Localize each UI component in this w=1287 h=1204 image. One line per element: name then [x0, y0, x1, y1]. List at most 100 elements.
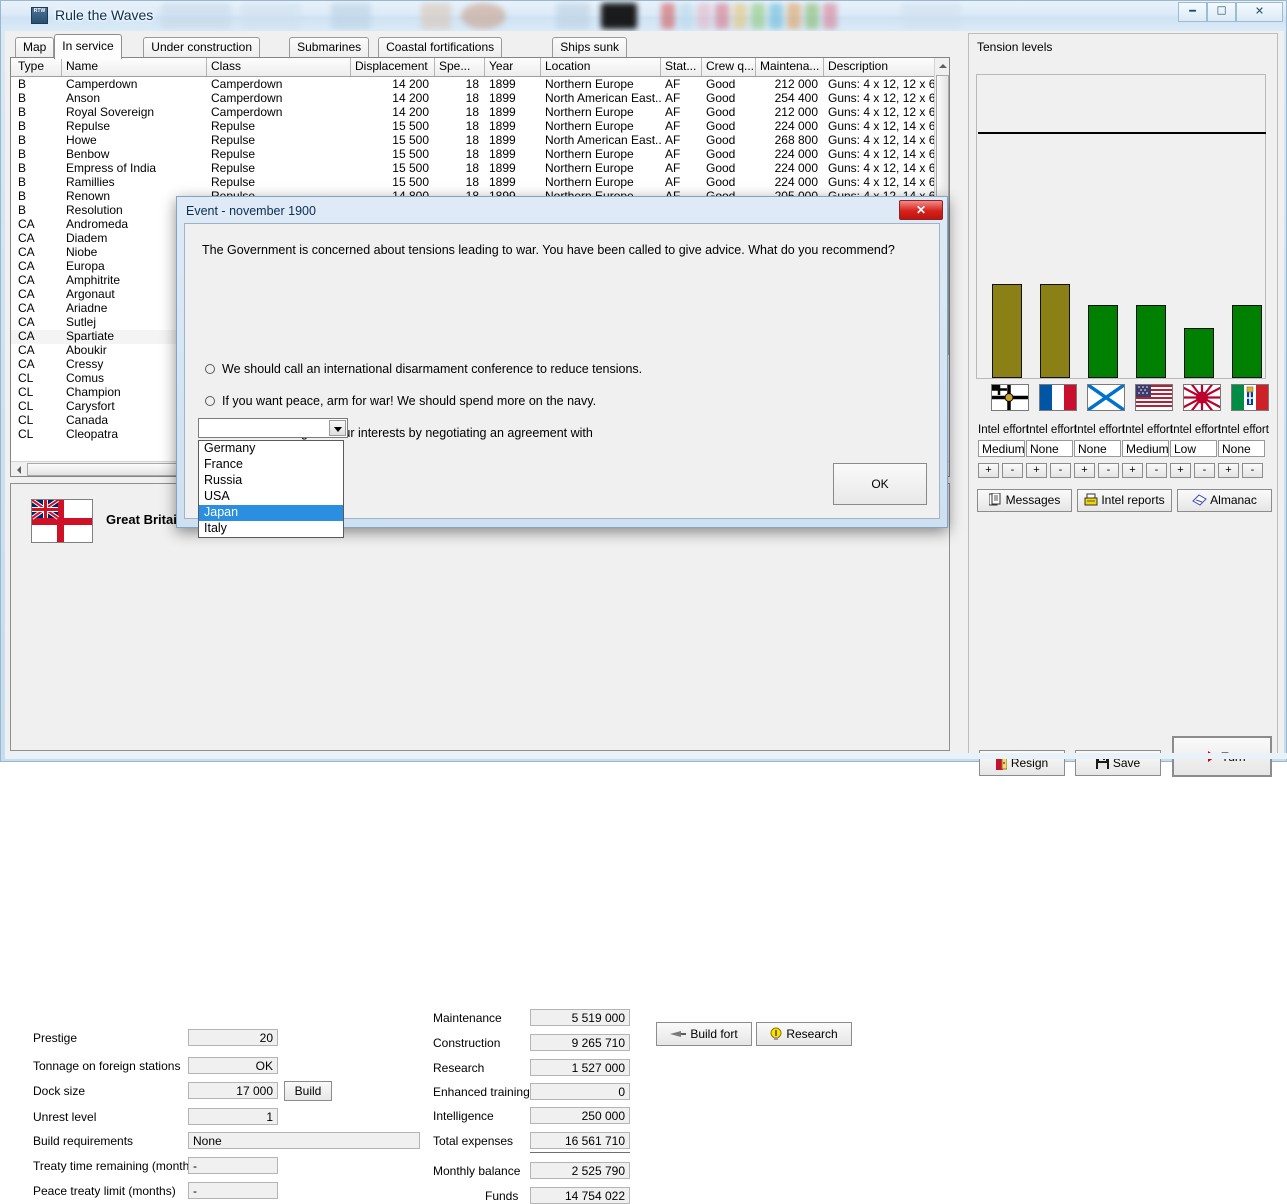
nation-field-value[interactable]: 20 [188, 1029, 278, 1046]
tab-map[interactable]: Map [15, 37, 54, 57]
cell-class: Repulse [207, 134, 351, 148]
intel-reports-button[interactable]: Intel reports [1077, 489, 1172, 512]
nation-field-label: Prestige [33, 1031, 77, 1045]
intel-decrease-button-japan[interactable]: - [1194, 463, 1215, 478]
messages-button[interactable]: Messages [977, 489, 1072, 512]
dialog-option-1[interactable]: We should call an international disarmam… [205, 362, 642, 376]
tab-submarines[interactable]: Submarines [289, 37, 369, 57]
cell-speed: 18 [435, 134, 485, 148]
nation-field-value[interactable]: - [188, 1182, 278, 1199]
dropdown-option-russia[interactable]: Russia [199, 473, 343, 489]
intel-effort-value-germany: Medium [978, 440, 1025, 457]
column-header-type[interactable]: Type [14, 58, 62, 76]
dropdown-option-germany[interactable]: Germany [199, 441, 343, 457]
column-header-stat[interactable]: Stat... [661, 58, 702, 76]
nation-field-label: Build requirements [33, 1134, 133, 1148]
cell-description: Guns: 4 x 12, 14 x 6, 4 T [824, 162, 936, 176]
radio-button-icon[interactable] [205, 396, 215, 406]
cell-description: Guns: 4 x 12, 14 x 6, 4 T [824, 120, 936, 134]
scroll-left-arrow-icon[interactable] [12, 463, 26, 476]
tab-under-construction[interactable]: Under construction [143, 37, 260, 57]
radio-button-icon[interactable] [205, 364, 215, 374]
intel-increase-button-japan[interactable]: + [1170, 463, 1191, 478]
dropdown-option-italy[interactable]: Italy [199, 521, 343, 537]
budget-separator [530, 1152, 630, 1153]
cell-type: B [14, 92, 62, 106]
cell-type: CA [14, 316, 62, 330]
nation-field-value[interactable]: 1 [188, 1108, 278, 1125]
intel-decrease-button-france[interactable]: - [1050, 463, 1071, 478]
dropdown-option-france[interactable]: France [199, 457, 343, 473]
intel-decrease-button-usa[interactable]: - [1146, 463, 1167, 478]
column-header-class[interactable]: Class [207, 58, 351, 76]
table-row[interactable]: BRoyal SovereignCamperdown14 200181899No… [11, 106, 949, 120]
cell-class: Camperdown [207, 92, 351, 106]
nation-field-value[interactable]: None [188, 1132, 420, 1149]
intel-effort-value-japan: Low [1170, 440, 1217, 457]
agreement-nation-combobox[interactable] [198, 418, 348, 438]
column-header-location[interactable]: Location [541, 58, 661, 76]
table-row[interactable]: BHoweRepulse15 500181899North American E… [11, 134, 949, 148]
almanac-label: Almanac [1210, 493, 1257, 507]
dropdown-option-usa[interactable]: USA [199, 489, 343, 505]
research-button[interactable]: Research [756, 1022, 852, 1046]
dropdown-option-japan[interactable]: Japan [199, 505, 343, 521]
dialog-close-button[interactable]: ✕ [899, 200, 943, 220]
almanac-button[interactable]: Almanac [1177, 489, 1272, 512]
cell-class: Repulse [207, 162, 351, 176]
column-header-spe[interactable]: Spe... [435, 58, 485, 76]
tab-strip: MapIn service Under construction Submarine… [10, 33, 960, 57]
table-row[interactable]: BRepulseRepulse15 500181899Northern Euro… [11, 120, 949, 134]
intel-increase-button-italy[interactable]: + [1218, 463, 1239, 478]
tension-threshold-line [978, 132, 1266, 134]
column-header-name[interactable]: Name [62, 58, 207, 76]
budget-field-label: Funds [485, 1189, 518, 1203]
column-header-year[interactable]: Year [485, 58, 541, 76]
dialog-option-2[interactable]: If you want peace, arm for war! We shoul… [205, 394, 596, 408]
tab-ships-sunk[interactable]: Ships sunk [552, 37, 627, 57]
cell-speed: 18 [435, 148, 485, 162]
dialog-ok-button[interactable]: OK [833, 463, 927, 505]
nation-field-label: Dock size [33, 1084, 85, 1098]
cell-location: Northern Europe [541, 78, 661, 92]
intel-decrease-button-russia[interactable]: - [1098, 463, 1119, 478]
column-header-displacement[interactable]: Displacement [351, 58, 435, 76]
intel-effort-label: Intel effort [1074, 424, 1125, 436]
table-row[interactable]: BCamperdownCamperdown14 200181899Norther… [11, 78, 949, 92]
cell-class: Camperdown [207, 78, 351, 92]
table-row[interactable]: BRamilliesRepulse15 500181899Northern Eu… [11, 176, 949, 190]
intel-decrease-button-italy[interactable]: - [1242, 463, 1263, 478]
intel-increase-button-france[interactable]: + [1026, 463, 1047, 478]
cell-location: Northern Europe [541, 162, 661, 176]
nation-field-value[interactable]: - [188, 1157, 278, 1174]
agreement-nation-dropdown-list[interactable]: GermanyFranceRussiaUSAJapanItaly [198, 440, 344, 538]
build-fort-button[interactable]: Build fort [656, 1022, 752, 1046]
intel-decrease-button-germany[interactable]: - [1002, 463, 1023, 478]
tension-panel: Tension levels Intel effortMedium+-Intel… [968, 33, 1278, 755]
table-row[interactable]: BBenbowRepulse15 500181899Northern Europ… [11, 148, 949, 162]
minimize-button[interactable]: ━ [1178, 2, 1207, 22]
budget-field-label: Maintenance [433, 1011, 502, 1025]
tab-coastal-fortifications[interactable]: Coastal fortifications [378, 37, 502, 57]
maximize-button[interactable]: ☐ [1207, 2, 1236, 22]
cell-class: Repulse [207, 148, 351, 162]
intel-increase-button-usa[interactable]: + [1122, 463, 1143, 478]
nation-field-value[interactable]: 17 000 [188, 1082, 278, 1099]
column-header-description[interactable]: Description [824, 58, 936, 76]
tab-in-service[interactable]: In service [54, 34, 121, 59]
chevron-down-icon[interactable] [329, 420, 346, 436]
nation-field-value[interactable]: OK [188, 1057, 278, 1074]
build-dock-label: Build [295, 1084, 322, 1098]
close-button[interactable]: ✕ [1236, 2, 1283, 22]
nation-field-label: Unrest level [33, 1110, 96, 1124]
intel-increase-button-russia[interactable]: + [1074, 463, 1095, 478]
intel-increase-button-germany[interactable]: + [978, 463, 999, 478]
scroll-up-arrow-icon[interactable] [936, 59, 949, 73]
column-header-maintena[interactable]: Maintena... [756, 58, 824, 76]
table-row[interactable]: BAnsonCamperdown14 200181899North Americ… [11, 92, 949, 106]
column-header-crewq[interactable]: Crew q... [702, 58, 756, 76]
table-row[interactable]: BEmpress of IndiaRepulse15 500181899Nort… [11, 162, 949, 176]
title-bar: RTW Rule the Waves ━ ☐ ✕ [1, 1, 1286, 31]
cell-location: North American East... [541, 92, 661, 106]
build-dock-button[interactable]: Build [284, 1081, 332, 1101]
